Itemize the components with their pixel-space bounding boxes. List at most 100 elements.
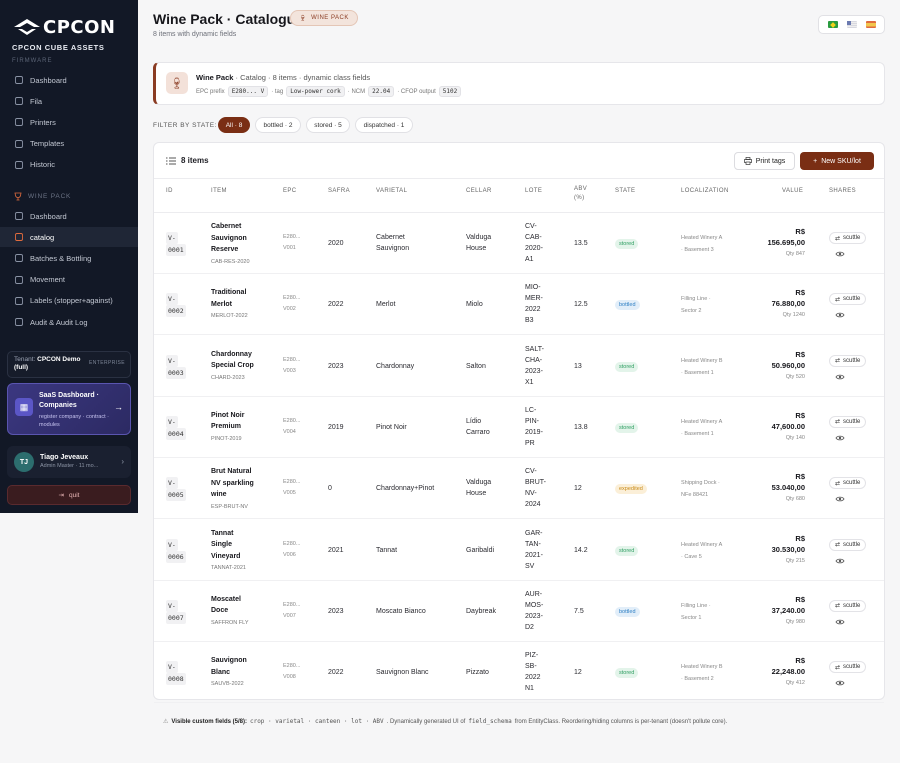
share-button[interactable]: ⇄ scuttle (829, 293, 867, 306)
col-header-item[interactable]: ITEM (211, 188, 227, 194)
lote-line: TAN- (525, 540, 541, 548)
table-row[interactable]: V- 0006 Tannat Single Vineyard TANNAT-2021 E28… (154, 520, 884, 581)
filter-chip-stored[interactable]: stored · 5 (306, 117, 350, 133)
cellar-cell: Salton (466, 361, 486, 372)
eye-icon[interactable] (835, 553, 845, 563)
cellar-cell: Garibaldi (466, 545, 494, 556)
epc-suffix: V005 (283, 490, 296, 497)
sidebar-item-label: Audit & Audit Log (30, 317, 88, 327)
col-header-value[interactable]: VALUE (782, 188, 803, 194)
epc-prefix: E280... (283, 479, 301, 486)
item-name-line: Moscatel (211, 595, 241, 603)
quit-button[interactable]: ⇥ quit (7, 485, 131, 505)
eye-icon[interactable] (835, 369, 845, 379)
cellar-line: Pizzato (466, 669, 489, 677)
sidebar-item-printers[interactable]: Printers (0, 112, 138, 132)
list-icon (166, 157, 176, 165)
share-label: scuttle (843, 480, 861, 487)
eye-icon[interactable] (835, 614, 845, 625)
sidebar-item-catalog[interactable]: catalog (0, 227, 138, 248)
col-header-varietal[interactable]: VARIETAL (376, 188, 407, 194)
print-tags-button[interactable]: Print tags (734, 152, 795, 170)
table-row[interactable]: V- 0008 Sauvignon Blanc SAUVB-2022 E280... V00… (154, 642, 884, 704)
printer-icon (14, 117, 24, 127)
table-row[interactable]: V- 0004 Pinot Noir Premium PINOT-2019 E280...… (154, 397, 884, 458)
id-prefix: V- (166, 232, 178, 244)
sidebar-item-batches-bottling[interactable]: Batches & Bottling (0, 248, 138, 268)
table-row[interactable]: V- 0002 Traditional Merlot MERLOT-2022 E280..… (154, 274, 884, 336)
flag-es-icon[interactable] (865, 21, 876, 28)
lote-line: 2022 (525, 306, 541, 314)
col-header-shares[interactable]: SHARES (829, 188, 856, 194)
localization-cell: Filling Line · Sector 2 (681, 293, 711, 317)
lote-cell: LC- PIN- 2019- PR (525, 405, 543, 449)
value-cell: R$ 47,600.00 Qty 140 (745, 410, 805, 444)
table-toolbar: 8 items Print tags + New SKU/lot (154, 143, 884, 179)
col-header-lote[interactable]: LOTE (525, 188, 542, 194)
share-button[interactable]: ⇄ scuttle (829, 477, 867, 490)
localization-line: NFe 88421 (681, 492, 709, 499)
epc-suffix: V008 (283, 674, 296, 681)
col-header-abv[interactable]: ABV (%) (574, 185, 594, 203)
item-name-line: Merlot (211, 300, 232, 308)
sidebar-item-dashboard[interactable]: Dashboard (0, 70, 138, 90)
tenant-card[interactable]: Tenant: CPCON Demo ENTERPRISE (full) (7, 351, 131, 378)
sidebar-item-templates[interactable]: Templates (0, 134, 138, 154)
share-button[interactable]: ⇄ scuttle (829, 538, 867, 551)
localization-cell: Heated Winery A · Basement 3 (681, 232, 722, 256)
saas-dashboard-card[interactable]: ▦ SaaS Dashboard · Companies register co… (7, 383, 131, 435)
eye-icon[interactable] (835, 307, 845, 318)
col-header-epc[interactable]: EPC (283, 188, 297, 194)
table-row[interactable]: V- 0005 Brut Natural NV sparkling wine ESP-BR… (154, 458, 884, 520)
item-name-line: Tannat (211, 529, 234, 537)
share-button[interactable]: ⇄ scuttle (829, 415, 867, 428)
eye-icon[interactable] (835, 675, 845, 686)
status-badge: stored (615, 422, 639, 433)
sidebar-item-historic[interactable]: Historic (0, 155, 138, 175)
flag-br-icon[interactable] (827, 21, 838, 28)
catalog-icon (14, 232, 24, 242)
item-code: MERLOT-2022 (211, 313, 248, 320)
share-button[interactable]: ⇄ scuttle (829, 599, 867, 612)
eye-icon[interactable] (835, 491, 845, 502)
eye-icon[interactable] (835, 430, 845, 441)
filter-chip-all[interactable]: All · 8 (218, 117, 250, 133)
col-header-id[interactable]: ID (166, 188, 173, 194)
epc-suffix: V001 (283, 245, 296, 251)
share-button[interactable]: ⇄ scuttle (829, 354, 867, 367)
sidebar-item-dashboard[interactable]: Dashboard (0, 206, 138, 226)
value-qty: Qty 847 (785, 251, 805, 257)
col-header-cellar[interactable]: CELLAR (466, 188, 492, 194)
col-header-safra[interactable]: SAFRA (328, 188, 350, 194)
filter-chip-bottled[interactable]: bottled · 2 (255, 117, 301, 133)
col-header-localization[interactable]: LOCALIZATION (681, 188, 729, 194)
table-row[interactable]: V- 0007 Moscatel Doce SAFFRON FLY E280... V007… (154, 581, 884, 642)
sidebar: CPCON CPCON CUBE ASSETS FIRMWARE Dashboa… (0, 0, 138, 513)
filter-chip-dispatched[interactable]: dispatched · 1 (355, 117, 413, 133)
share-button[interactable]: ⇄ scuttle (829, 232, 867, 244)
value-cell: R$ 50.960,00 Qty 520 (745, 349, 805, 383)
localization-cell: Heated Winery A · Cave 5 (681, 539, 722, 563)
lote-line: SALT- (525, 345, 544, 353)
new-sku-button[interactable]: + New SKU/lot (800, 152, 874, 170)
sidebar-item-fila[interactable]: Fila (0, 91, 138, 111)
brand-logo[interactable]: CPCON (12, 15, 132, 39)
footnote-rest: from EntityClass. Reordering/hiding colu… (514, 718, 728, 725)
share-button[interactable]: ⇄ scuttle (829, 661, 867, 674)
value-amount: 76.880,00 (771, 299, 805, 309)
value-amount: 22,248.00 (771, 667, 805, 677)
flag-us-icon[interactable] (846, 21, 857, 28)
table-row[interactable]: V- 0003 Chardonnay Special Crop CHARD-2023 E2… (154, 336, 884, 397)
lote-line: SB- (525, 663, 537, 671)
language-switcher (818, 15, 885, 34)
item-name-line: Doce (211, 607, 229, 615)
epc-prefix: E280... (283, 417, 301, 424)
id-cell: V- 0006 (166, 538, 186, 563)
col-header-state[interactable]: STATE (615, 188, 635, 194)
user-card[interactable]: TJ Tiago Jeveaux Admin Master · 11 mo...… (7, 446, 131, 478)
table-row[interactable]: V- 0001 Cabernet Sauvignon Reserve CAB-RES-20… (154, 213, 884, 274)
sidebar-item-movement[interactable]: Movement (0, 270, 138, 290)
eye-icon[interactable] (835, 246, 845, 257)
sidebar-item-audit-audit-log[interactable]: Audit & Audit Log (0, 312, 138, 332)
sidebar-item-labels-stopper-against[interactable]: Labels (stopper+against) (0, 291, 138, 311)
